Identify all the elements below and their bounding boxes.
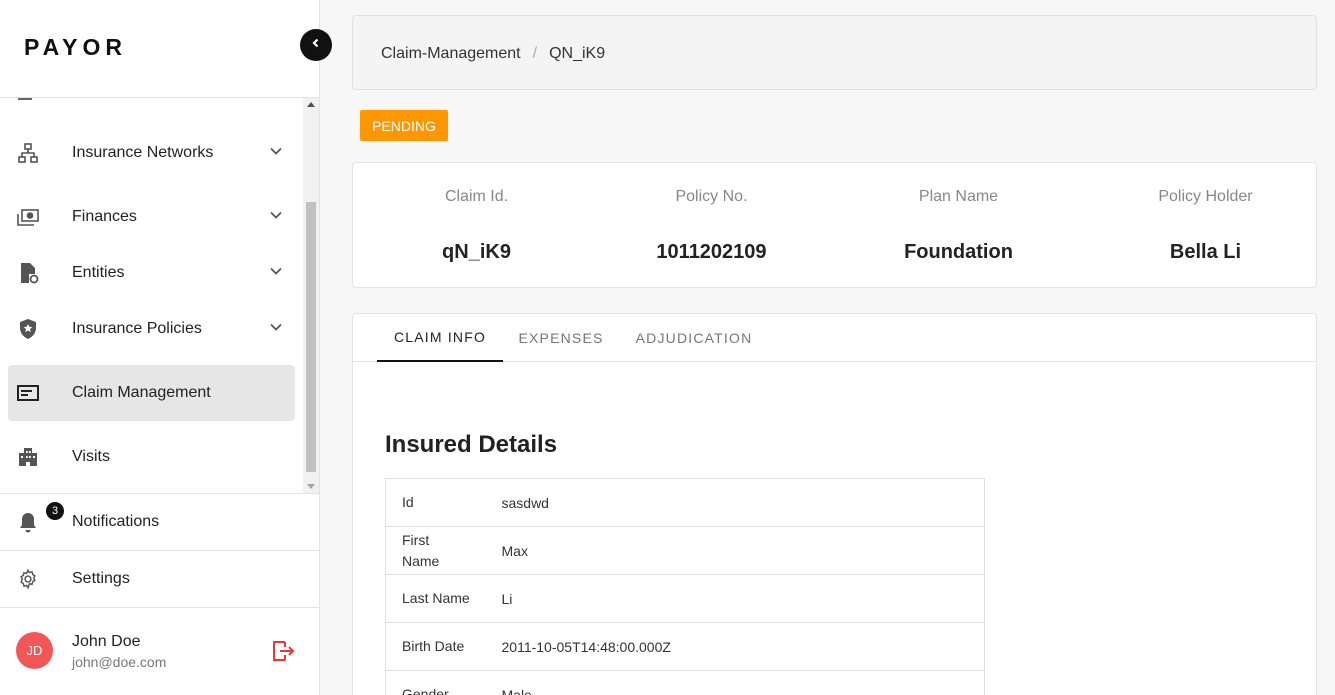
claim-summary-card: Claim Id. qN_iK9 Policy No. 1011202109 P… — [352, 162, 1317, 288]
summary-label: Policy No. — [675, 188, 748, 205]
row-key: First Name — [385, 526, 486, 575]
tab-bar: CLAIM INFO EXPENSES ADJUDICATION — [353, 314, 1316, 362]
summary-plan-name: Plan Name Foundation — [835, 163, 1082, 289]
row-key: Gender — [385, 670, 486, 695]
breadcrumb-current: QN_iK9 — [549, 45, 606, 62]
summary-value: 1011202109 — [656, 241, 767, 263]
user-email: john@doe.com — [72, 654, 167, 670]
notification-count-badge: 3 — [46, 502, 64, 520]
row-key-text: First Name — [402, 531, 440, 569]
sidebar-item-notifications[interactable]: 3 Notifications — [0, 494, 319, 550]
clipped-item-icon — [18, 98, 32, 100]
scroll-down-arrow[interactable] — [307, 484, 315, 489]
collapse-sidebar-button[interactable] — [300, 29, 332, 61]
summary-policy-no: Policy No. 1011202109 — [588, 163, 835, 289]
tab-claim-info[interactable]: CLAIM INFO — [377, 314, 503, 362]
summary-label: Claim Id. — [444, 188, 509, 205]
tab-expenses[interactable]: EXPENSES — [503, 314, 619, 362]
summary-value: Bella Li — [1169, 241, 1242, 263]
table-row: First Name Max — [385, 526, 985, 575]
nav-list: Insurance Networks Finances Entities Ins… — [0, 98, 319, 493]
bell-icon: 3 — [17, 502, 64, 533]
section-title: Insured Details — [385, 431, 558, 458]
table-row: Id sasdwd — [385, 478, 985, 527]
user-profile: JD John Doe john@doe.com — [0, 608, 319, 695]
sidebar-item-label: Finances — [72, 208, 137, 225]
sidebar-item-label: Insurance Policies — [72, 320, 202, 337]
sidebar-item-label: Entities — [72, 264, 125, 281]
summary-label: Policy Holder — [1158, 188, 1253, 205]
scroll-up-arrow[interactable] — [307, 102, 315, 107]
sidebar-item-label: Visits — [72, 448, 110, 465]
tab-adjudication[interactable]: ADJUDICATION — [619, 314, 769, 362]
breadcrumb-bar: Claim-Management / QN_iK9 — [352, 15, 1317, 90]
chevron-down-icon — [269, 144, 283, 163]
card-icon — [17, 382, 39, 404]
sidebar-item-entities[interactable]: Entities — [8, 245, 295, 301]
chevron-down-icon — [269, 264, 283, 283]
breadcrumb-link-claim-management[interactable]: Claim-Management — [381, 45, 521, 63]
sidebar-item-finances[interactable]: Finances — [8, 189, 295, 245]
summary-value: Foundation — [904, 241, 1013, 263]
row-value: Li — [485, 574, 985, 623]
summary-label: Plan Name — [918, 188, 999, 205]
sidebar-item-label: Claim Management — [72, 384, 211, 401]
sidebar-item-visits[interactable]: Visits — [8, 429, 295, 485]
row-value: 2011-10-05T14:48:00.000Z — [485, 622, 985, 671]
sidebar-item-claim-management[interactable]: Claim Management — [8, 365, 295, 421]
chevron-down-icon — [269, 208, 283, 227]
sidebar-item-insurance-policies[interactable]: Insurance Policies — [8, 301, 295, 357]
claim-details-card: CLAIM INFO EXPENSES ADJUDICATION Insured… — [352, 313, 1317, 695]
row-key: Id — [385, 478, 486, 527]
row-key: Last Name — [385, 574, 486, 623]
sidebar-scrollbar[interactable] — [303, 98, 319, 493]
sidebar-item-label: Insurance Networks — [72, 144, 214, 161]
table-row: Birth Date 2011-10-05T14:48:00.000Z — [385, 622, 985, 671]
summary-value: qN_iK9 — [442, 241, 511, 263]
summary-claim-id: Claim Id. qN_iK9 — [353, 163, 600, 289]
building-icon — [17, 446, 39, 468]
shield-star-icon — [17, 318, 39, 340]
notifications-label: Notifications — [72, 513, 160, 530]
summary-policy-holder: Policy Holder Bella Li — [1082, 163, 1329, 289]
app-logo: PAYOR — [24, 34, 127, 60]
row-value: Max — [485, 526, 985, 575]
sidebar-item-settings[interactable]: Settings — [0, 551, 319, 607]
sidebar-item-insurance-networks[interactable]: Insurance Networks — [8, 125, 295, 181]
entity-file-icon — [17, 262, 39, 284]
row-key: Birth Date — [385, 622, 486, 671]
avatar[interactable]: JD — [16, 632, 53, 669]
user-name: John Doe — [72, 633, 141, 650]
network-icon — [17, 142, 39, 164]
logout-icon[interactable] — [271, 639, 295, 663]
row-value: sasdwd — [485, 478, 985, 527]
status-badge: PENDING — [360, 110, 448, 141]
chevron-left-icon — [310, 36, 322, 54]
table-row: Gender Male — [385, 670, 985, 695]
sidebar: PAYOR Insurance Networks Finances Entiti… — [0, 0, 320, 695]
breadcrumb: Claim-Management / QN_iK9 — [381, 45, 605, 63]
row-value: Male — [485, 670, 985, 695]
scroll-thumb[interactable] — [306, 202, 316, 472]
gear-icon — [17, 568, 39, 590]
money-icon — [17, 206, 39, 228]
settings-label: Settings — [72, 570, 130, 587]
insured-details-table: Id sasdwd First Name Max Last Name Li Bi… — [385, 478, 985, 695]
chevron-down-icon — [269, 320, 283, 339]
table-row: Last Name Li — [385, 574, 985, 623]
breadcrumb-separator: / — [532, 45, 538, 62]
